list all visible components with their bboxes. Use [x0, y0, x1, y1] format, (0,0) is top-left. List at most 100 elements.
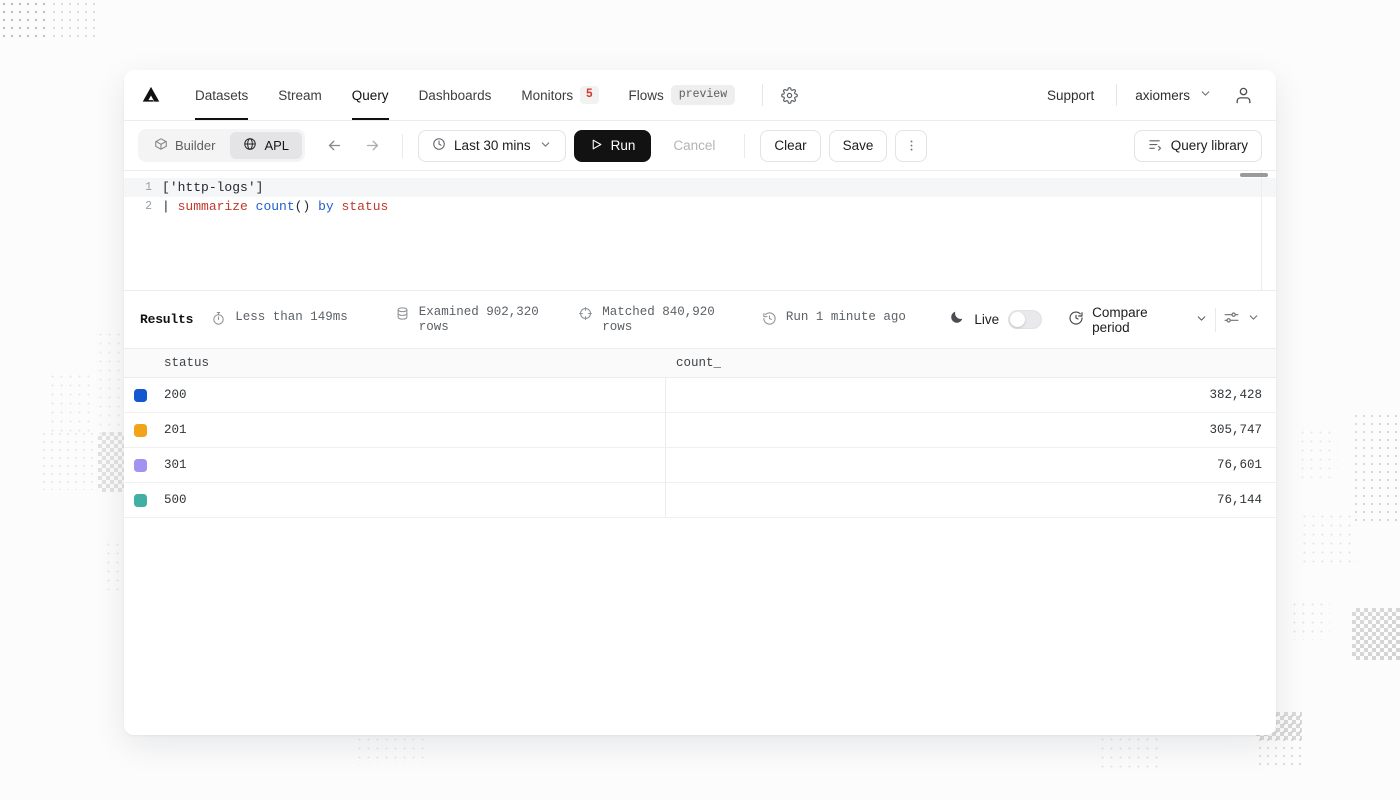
editor-line-2-code: | summarize count() by status — [162, 199, 388, 214]
code-token-dataset: 'http-logs' — [170, 180, 256, 195]
table-header-count[interactable]: count_ — [666, 356, 1276, 370]
run-button[interactable]: Run — [574, 130, 652, 162]
cell-count: 76,601 — [666, 448, 1276, 482]
editor-scrollbar-thumb[interactable] — [1240, 173, 1268, 177]
nav-label: Flows — [629, 88, 664, 103]
toolbar-divider — [402, 134, 403, 158]
nav-label: Datasets — [195, 88, 248, 103]
query-library-label: Query library — [1171, 138, 1248, 153]
time-range-label: Last 30 mins — [454, 138, 531, 153]
table-header-row: status count_ — [124, 349, 1276, 378]
arrow-right-icon[interactable] — [357, 131, 387, 161]
editor-line-2[interactable]: 2 | summarize count() by status — [124, 197, 1276, 216]
mode-button-builder[interactable]: Builder — [141, 132, 228, 159]
query-toolbar: Builder APL Last 30 mins — [124, 121, 1276, 171]
live-toggle-group: Live — [949, 309, 1042, 330]
row-color-swatch — [124, 448, 156, 482]
code-token-by: by — [318, 199, 334, 214]
history-rewind-icon — [1068, 310, 1084, 329]
table-row[interactable]: 301 76,601 — [124, 448, 1276, 483]
table-header-status[interactable]: status — [156, 356, 666, 370]
cell-status: 500 — [156, 483, 666, 517]
swatch-301 — [134, 459, 147, 472]
results-table: status count_ 200 382,428 201 305,747 30… — [124, 349, 1276, 735]
nav-divider — [762, 84, 763, 106]
chevron-down-icon — [1247, 311, 1260, 329]
cell-count: 382,428 — [666, 378, 1276, 412]
code-token-close-bracket: ] — [256, 180, 264, 195]
table-row[interactable]: 200 382,428 — [124, 378, 1276, 413]
nav-item-stream[interactable]: Stream — [263, 70, 337, 120]
nav-item-monitors[interactable]: Monitors 5 — [506, 70, 613, 120]
stat-examined-text: Examined 902,320 rows — [419, 305, 551, 335]
axiom-logo-icon[interactable] — [138, 82, 164, 108]
visualization-settings-button[interactable] — [1223, 309, 1260, 331]
cell-status: 201 — [156, 413, 666, 447]
stat-matched-text: Matched 840,920 rows — [602, 305, 734, 335]
org-name: axiomers — [1135, 88, 1190, 103]
mode-label-apl: APL — [264, 138, 289, 153]
code-token-status: status — [341, 199, 388, 214]
code-token-summarize: summarize — [178, 199, 248, 214]
nav-label: Monitors — [521, 88, 573, 103]
live-label: Live — [974, 312, 999, 327]
compare-period-label: Compare period — [1092, 305, 1187, 335]
clear-button[interactable]: Clear — [760, 130, 820, 162]
editor-scrollbar-track[interactable] — [1262, 171, 1268, 290]
swatch-200 — [134, 389, 147, 402]
table-row[interactable]: 201 305,747 — [124, 413, 1276, 448]
monitors-badge: 5 — [580, 86, 598, 104]
compare-period-dropdown[interactable]: Compare period — [1068, 305, 1208, 335]
live-toggle-switch[interactable] — [1008, 310, 1042, 329]
kebab-menu-icon[interactable] — [895, 130, 927, 162]
query-mode-toggle: Builder APL — [138, 129, 305, 162]
nav-item-datasets[interactable]: Datasets — [180, 70, 263, 120]
row-color-swatch — [124, 483, 156, 517]
support-link[interactable]: Support — [1037, 88, 1104, 103]
cube-icon — [154, 137, 168, 154]
nav-item-dashboards[interactable]: Dashboards — [404, 70, 507, 120]
results-bar-divider — [1215, 308, 1216, 332]
save-label: Save — [843, 138, 874, 153]
target-icon — [578, 306, 593, 326]
nav-item-query[interactable]: Query — [337, 70, 404, 120]
list-filter-icon — [1148, 137, 1163, 155]
chevron-down-icon — [1199, 87, 1212, 103]
toolbar-divider-2 — [744, 134, 745, 158]
arrow-left-icon[interactable] — [319, 131, 349, 161]
org-switcher[interactable]: axiomers — [1129, 87, 1218, 103]
flows-preview-badge: preview — [671, 85, 735, 106]
database-icon — [395, 306, 410, 326]
nav-label: Query — [352, 88, 389, 103]
clock-icon — [432, 137, 446, 154]
code-token-open-bracket: [ — [162, 180, 170, 195]
table-row[interactable]: 500 76,144 — [124, 483, 1276, 518]
nav-item-flows[interactable]: Flows preview — [614, 70, 751, 120]
moon-icon — [949, 309, 965, 330]
chevron-down-icon — [1195, 312, 1208, 328]
primary-nav: Datasets Stream Query Dashboards Monitor… — [180, 70, 750, 120]
chevron-down-icon — [539, 138, 552, 154]
app-window: Datasets Stream Query Dashboards Monitor… — [124, 70, 1276, 735]
line-number: 1 — [124, 181, 162, 194]
editor-line-1[interactable]: 1 ['http-logs'] — [124, 178, 1276, 197]
stat-duration-text: Less than 149ms — [235, 310, 348, 325]
stat-examined: Examined 902,320 rows — [395, 304, 579, 335]
cancel-label: Cancel — [673, 138, 715, 153]
swatch-201 — [134, 424, 147, 437]
results-label: Results — [140, 312, 193, 327]
gear-icon[interactable] — [775, 81, 803, 109]
apl-query-editor[interactable]: 1 ['http-logs'] 2 | summarize count() by… — [124, 171, 1276, 291]
mode-button-apl[interactable]: APL — [230, 132, 302, 159]
stat-run-time: Run 1 minute ago — [762, 309, 946, 331]
save-button[interactable]: Save — [829, 130, 888, 162]
query-library-button[interactable]: Query library — [1134, 130, 1262, 162]
nav-label: Dashboards — [419, 88, 492, 103]
swatch-500 — [134, 494, 147, 507]
nav-label: Stream — [278, 88, 322, 103]
sliders-icon — [1223, 309, 1240, 331]
stat-duration: Less than 149ms — [211, 309, 395, 331]
time-range-picker[interactable]: Last 30 mins — [418, 130, 566, 162]
top-navigation-bar: Datasets Stream Query Dashboards Monitor… — [124, 70, 1276, 121]
user-icon[interactable] — [1228, 80, 1258, 110]
